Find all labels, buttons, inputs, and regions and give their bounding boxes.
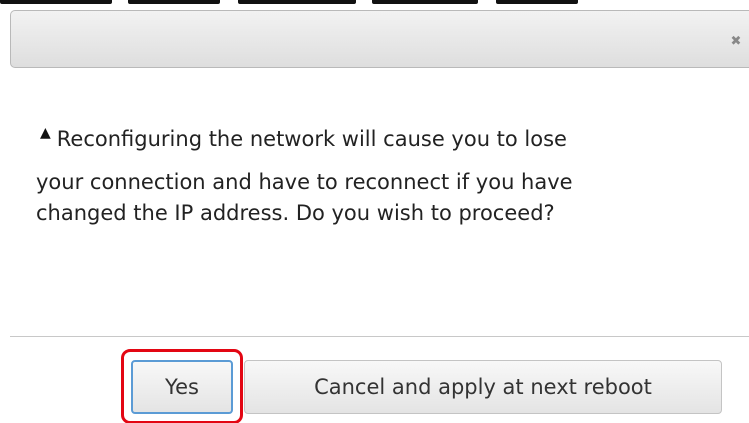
- button-pane-divider: [10, 336, 749, 337]
- message-line-2: your connection and have to reconnect if…: [36, 170, 573, 194]
- message-line-1: ▲ Reconfiguring the network will cause yo…: [36, 118, 736, 155]
- yes-button[interactable]: Yes: [131, 360, 233, 414]
- warning-icon: ▲: [40, 125, 51, 141]
- dialog-titlebar: ✖: [10, 10, 749, 68]
- dialog-message: ▲ Reconfiguring the network will cause yo…: [36, 118, 736, 229]
- cancel-apply-at-reboot-button[interactable]: Cancel and apply at next reboot: [244, 360, 722, 414]
- message-line-1-text: Reconfiguring the network will cause you…: [56, 127, 567, 151]
- cropped-background-text: [0, 0, 749, 10]
- message-line-3: changed the IP address. Do you wish to p…: [36, 201, 555, 225]
- close-icon[interactable]: ✖: [727, 32, 745, 50]
- page: ✖ ▲ Reconfiguring the network will cause …: [0, 0, 749, 423]
